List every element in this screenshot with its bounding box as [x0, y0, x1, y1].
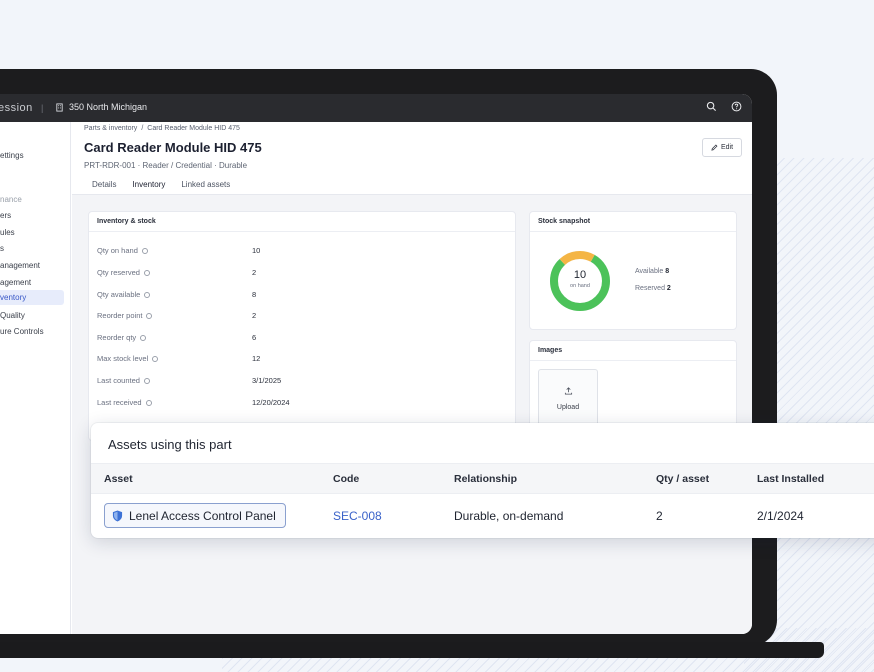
asset-code-link[interactable]: SEC-008 [333, 509, 382, 523]
page-title: Card Reader Module HID 475 [84, 140, 262, 155]
inventory-row-label: Reorder qty [97, 333, 147, 342]
tab-linked-assets[interactable]: Linked assets [173, 174, 238, 196]
sidebar-item-settings[interactable]: ettings [0, 151, 24, 160]
inventory-row-label: Max stock level [97, 354, 159, 363]
breadcrumb-parent[interactable]: Parts & inventory [84, 125, 137, 132]
breadcrumb: Parts & inventory / Card Reader Module H… [84, 125, 240, 132]
info-icon[interactable] [141, 247, 148, 254]
card-divider [530, 360, 736, 361]
legend-reserved: Reserved 2 [635, 285, 671, 292]
sidebar-item-inventory[interactable]: ventory [0, 290, 64, 305]
top-bar: ession | 350 North Michigan [0, 94, 752, 122]
qty-per-asset-cell: 2 [656, 509, 663, 523]
images-card-title: Images [538, 347, 563, 354]
stock-snapshot-title: Stock snapshot [538, 218, 591, 225]
pencil-icon [711, 144, 718, 151]
donut-available-segment [550, 251, 610, 311]
edit-button-label: Edit [720, 144, 734, 151]
sidebar-item-management[interactable]: anagement [0, 261, 40, 270]
app-screen: ession | 350 North Michigan ettings nanc… [0, 94, 752, 634]
inventory-row-value: 2 [252, 311, 257, 320]
inventory-card-title: Inventory & stock [97, 218, 156, 225]
shield-icon [112, 510, 123, 521]
inventory-row-label: Last counted [97, 376, 150, 385]
upload-button[interactable]: Upload [538, 369, 598, 429]
sidebar-item-schedules[interactable]: ules [0, 228, 15, 237]
brand-name: ession [0, 102, 33, 114]
asset-link[interactable]: Lenel Access Control Panel [104, 503, 286, 528]
column-header-code[interactable]: Code [333, 473, 359, 485]
asset-name: Lenel Access Control Panel [129, 508, 276, 523]
search-icon[interactable] [706, 101, 717, 112]
donut-center-value: 10 [573, 269, 587, 281]
table-header: Asset Code Relationship Qty / asset Last… [91, 463, 874, 494]
page-subtitle: PRT-RDR-001 · Reader / Credential · Dura… [84, 161, 248, 170]
info-icon[interactable] [152, 355, 159, 362]
inventory-row-label: Qty reserved [97, 268, 150, 277]
upload-icon [564, 387, 573, 395]
info-icon[interactable] [146, 312, 153, 319]
building-name: 350 North Michigan [69, 102, 148, 112]
sidebar: ettings nance ers ules s anagement ageme… [0, 122, 71, 634]
main-content: Parts & inventory / Card Reader Module H… [72, 122, 752, 634]
info-icon[interactable] [143, 377, 150, 384]
inventory-row-value: 10 [252, 246, 261, 255]
edit-button[interactable]: Edit [702, 138, 742, 157]
brand-separator: | [41, 103, 44, 113]
inventory-row-value: 6 [252, 333, 257, 342]
inventory-row-value: 3/1/2025 [252, 376, 282, 385]
upload-label: Upload [556, 404, 580, 411]
column-header-last-installed[interactable]: Last Installed [757, 473, 824, 485]
assets-using-part-popup: Assets using this part Asset Code Relati… [91, 423, 874, 538]
tab-details[interactable]: Details [84, 174, 124, 196]
inventory-row-value: 12/20/2024 [252, 398, 290, 407]
sidebar-item-engagement[interactable]: agement [0, 278, 31, 287]
building-selector[interactable]: 350 North Michigan [55, 102, 147, 112]
sidebar-item-quality[interactable]: Quality [0, 311, 25, 320]
inventory-row-label: Last received [97, 398, 152, 407]
popup-title: Assets using this part [108, 437, 232, 452]
inventory-row-label: Qty available [97, 290, 151, 299]
last-installed-cell: 2/1/2024 [757, 509, 804, 523]
relationship-cell: Durable, on-demand [454, 509, 564, 523]
tab-bar: Details Inventory Linked assets [84, 174, 238, 196]
inventory-row-value: 12 [252, 354, 261, 363]
column-header-relationship[interactable]: Relationship [454, 473, 517, 485]
card-divider [530, 231, 736, 232]
inventory-row-value: 8 [252, 290, 257, 299]
legend-available: Available 8 [635, 268, 670, 275]
stock-donut-chart: 10 on hand [549, 250, 611, 312]
card-divider [89, 231, 515, 232]
stock-snapshot-card: Stock snapshot 10 on hand Available 8 Re… [529, 211, 737, 330]
help-icon[interactable] [731, 101, 742, 112]
inventory-row-value: 2 [252, 268, 257, 277]
donut-center-label: on hand [570, 283, 590, 289]
tab-inventory[interactable]: Inventory [124, 174, 174, 196]
inventory-card: Inventory & stock Qty on hand 10 Qty res… [88, 211, 516, 441]
info-icon[interactable] [143, 269, 150, 276]
breadcrumb-current: Card Reader Module HID 475 [147, 125, 240, 132]
breadcrumb-separator: / [141, 125, 144, 132]
donut-svg [550, 251, 610, 311]
sidebar-section-maintenance: nance [0, 195, 22, 204]
info-icon[interactable] [140, 334, 147, 341]
info-icon[interactable] [145, 399, 152, 406]
column-header-asset[interactable]: Asset [104, 473, 133, 485]
building-icon [56, 102, 63, 112]
sidebar-item-orders[interactable]: ers [0, 211, 11, 220]
content-area: Inventory & stock Qty on hand 10 Qty res… [72, 195, 752, 634]
sidebar-item-assets[interactable]: s [0, 244, 4, 253]
inventory-row-label: Qty on hand [97, 246, 148, 255]
inventory-row-label: Reorder point [97, 311, 153, 320]
column-header-qty[interactable]: Qty / asset [656, 473, 709, 485]
laptop-base [0, 642, 824, 658]
sidebar-item-controls[interactable]: ure Controls [0, 327, 44, 336]
info-icon[interactable] [144, 291, 151, 298]
